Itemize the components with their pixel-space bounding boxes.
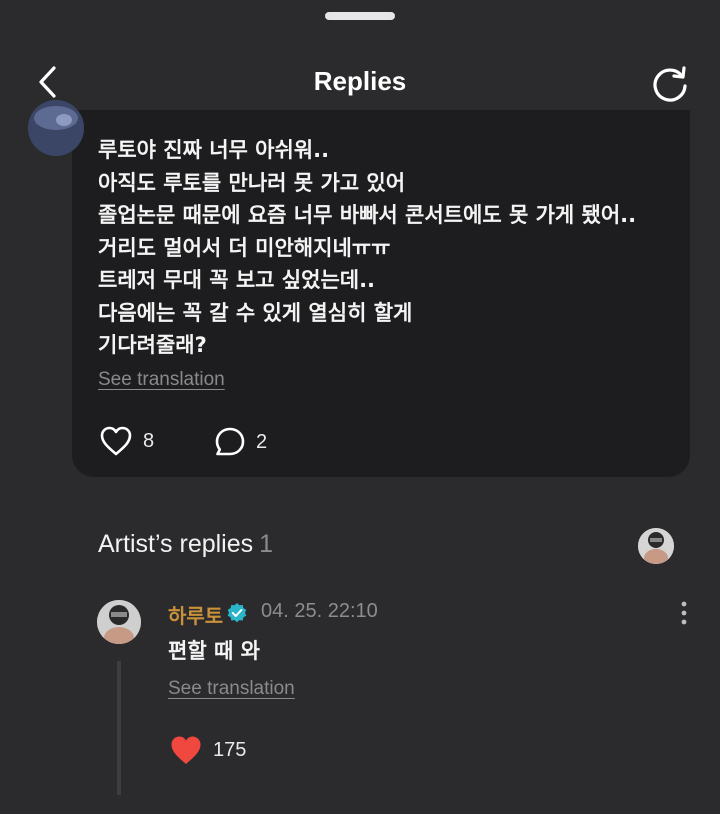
like-count: 8 (143, 429, 155, 452)
verified-badge-icon (227, 603, 247, 623)
reply-like-count: 175 (213, 738, 247, 761)
more-vertical-icon (681, 601, 687, 625)
thread-line (117, 661, 121, 795)
heart-icon (100, 426, 132, 456)
drag-handle[interactable] (325, 12, 395, 20)
reply-see-translation-link[interactable]: See translation (168, 678, 295, 700)
more-options-button[interactable] (672, 600, 696, 626)
artist-avatar-image (638, 528, 674, 564)
post-line: 다음에는 꼭 갈 수 있게 열심히 할게 (98, 300, 413, 325)
header: Replies (0, 52, 720, 114)
artist-replies-count: 1 (259, 530, 274, 558)
post-line: 트레저 무대 꼭 보고 싶었는데.. (98, 268, 376, 292)
post-body: 루토야 진짜 너무 아쉬워.. 아직도 루토를 만나러 못 가고 있어 졸업논문… (98, 134, 678, 362)
artist-avatar-small[interactable] (638, 528, 674, 564)
post-line: 아직도 루토를 만나러 못 가고 있어 (98, 170, 406, 195)
reply-avatar-image (97, 600, 141, 644)
reply-author-name[interactable]: 하루토 (168, 600, 223, 629)
like-button[interactable]: 8 (99, 425, 154, 457)
reply-body: 편할 때 와 (168, 639, 260, 663)
avatar-image (28, 100, 84, 156)
post-line: 기다려줄래? (98, 333, 207, 357)
post-line: 졸업논문 때문에 요즘 너무 바빠서 콘서트에도 못 가게 됐어.. (98, 203, 637, 227)
post-line: 루토야 진짜 너무 아쉬워.. (98, 138, 330, 162)
comment-button[interactable]: 2 (214, 426, 267, 458)
see-translation-link[interactable]: See translation (98, 369, 225, 391)
heart-filled-icon (171, 736, 201, 764)
reply-timestamp: 04. 25. 22:10 (261, 600, 378, 622)
refresh-icon (653, 66, 687, 102)
comment-icon (215, 427, 245, 456)
post-line: 거리도 멀어서 더 미안해지네ㅠㅠ (98, 235, 391, 260)
artist-replies-title: Artist’s replies (98, 530, 254, 558)
reply-like-button[interactable]: 175 (169, 734, 246, 766)
avatar[interactable] (28, 100, 84, 156)
refresh-button[interactable] (648, 62, 692, 106)
reply-avatar[interactable] (97, 600, 141, 644)
artist-replies-heading: Artist’s replies 1 (98, 530, 273, 559)
page-title: Replies (313, 66, 407, 96)
comment-count: 2 (256, 430, 268, 453)
